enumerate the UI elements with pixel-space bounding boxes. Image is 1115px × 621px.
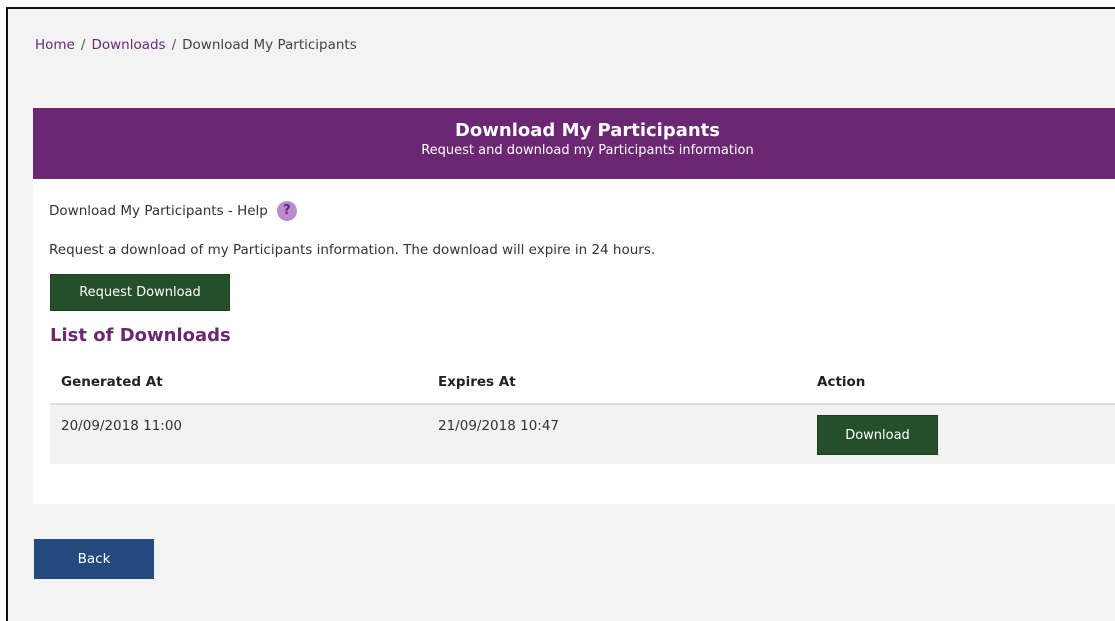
breadcrumb-current: Download My Participants	[182, 37, 357, 53]
breadcrumb-separator: /	[171, 37, 177, 53]
table-header: Generated At Expires At Action	[50, 360, 1115, 405]
column-header-action: Action	[817, 373, 866, 390]
back-button[interactable]: Back	[34, 539, 154, 579]
table-row: 20/09/2018 11:00 21/09/2018 10:47 Downlo…	[50, 405, 1115, 464]
breadcrumb-downloads-link[interactable]: Downloads	[91, 37, 165, 53]
generated-at-cell: 20/09/2018 11:00	[61, 418, 183, 434]
list-of-downloads-heading: List of Downloads	[50, 325, 231, 346]
request-download-button[interactable]: Request Download	[50, 274, 230, 311]
question-icon[interactable]: ?	[276, 201, 297, 221]
download-button[interactable]: Download	[817, 415, 938, 455]
help-label: Download My Participants - Help	[49, 203, 268, 219]
expires-at-cell: 21/09/2018 10:47	[438, 418, 560, 434]
breadcrumb-home-link[interactable]: Home	[35, 37, 75, 53]
breadcrumb-separator: /	[80, 37, 86, 53]
page-title: Download My Participants	[454, 120, 720, 141]
action-cell: Download	[806, 405, 1115, 464]
breadcrumb: Home / Downloads / Download My Participants	[35, 37, 357, 53]
downloads-table: Generated At Expires At Action 20/09/201…	[50, 360, 1115, 464]
column-header-generated-at: Generated At	[61, 373, 163, 390]
panel-header: Download My Participants Request and dow…	[33, 108, 1115, 179]
column-header-expires-at: Expires At	[438, 373, 516, 390]
help-row: Download My Participants - Help ?	[49, 201, 297, 221]
page-frame: Home / Downloads / Download My Participants …	[6, 7, 1115, 621]
page-subtitle: Request and download my Participants inf…	[421, 143, 754, 158]
download-info-text: Request a download of my Participants in…	[49, 242, 656, 258]
download-panel: Download My Participants Request and dow…	[33, 108, 1115, 504]
